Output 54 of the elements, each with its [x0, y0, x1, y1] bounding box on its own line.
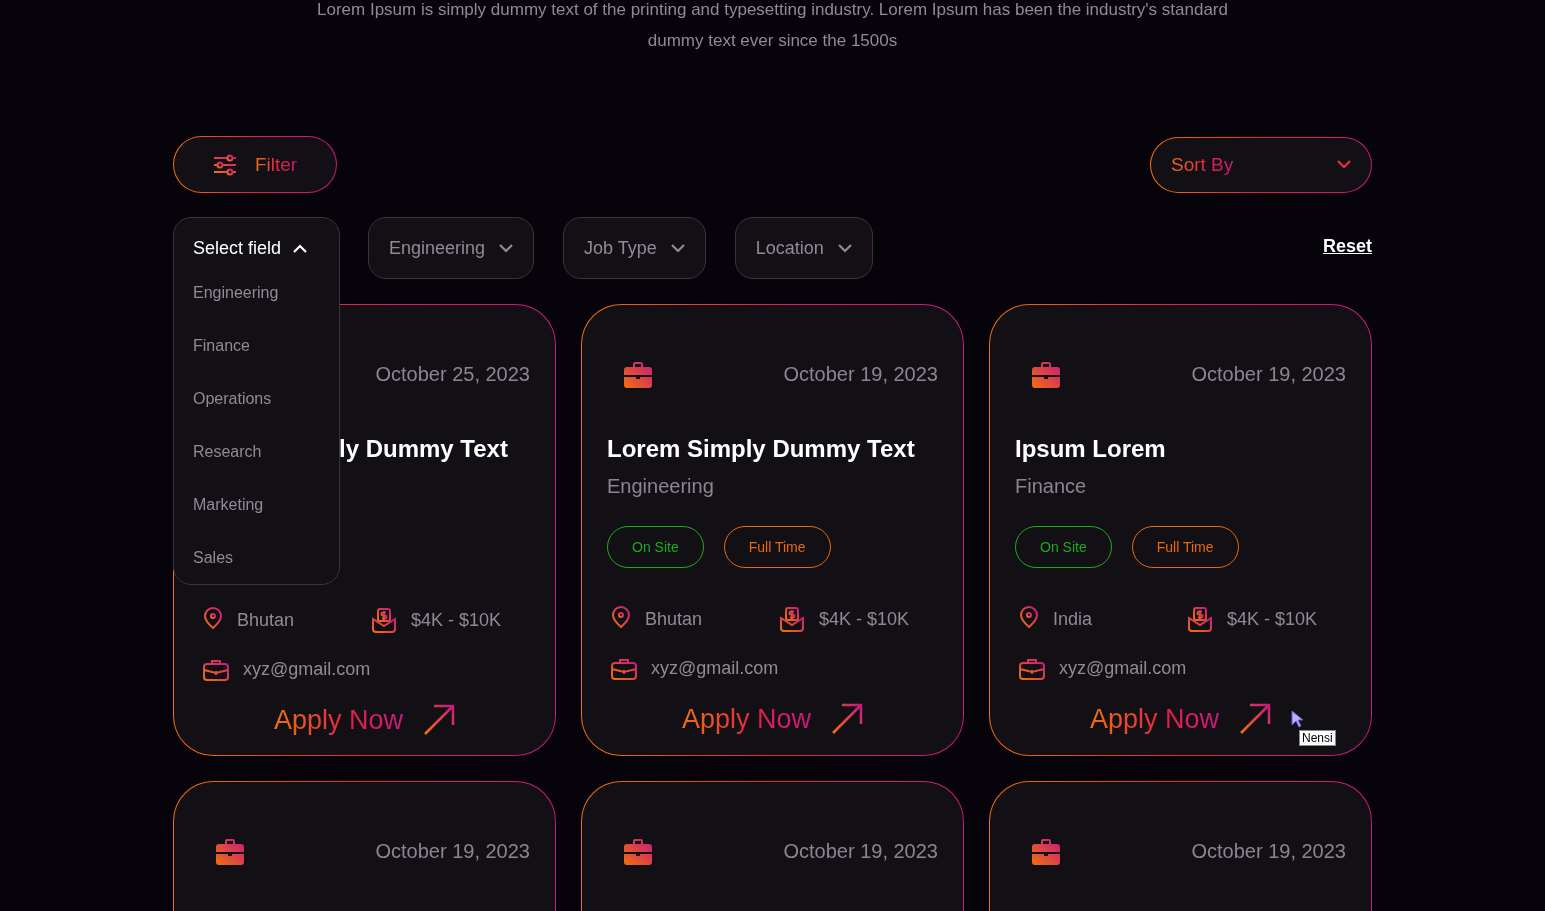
- job-date: October 25, 2023: [375, 362, 530, 386]
- briefcase-icon: [1032, 360, 1060, 388]
- filter-dropdown[interactable]: Engineering: [368, 217, 535, 279]
- mouse-cursor-icon: [1291, 710, 1303, 728]
- job-title: Ipsum Lorem: [1015, 435, 1166, 463]
- money-envelope-icon: [371, 607, 397, 633]
- arrow-up-right-icon[interactable]: [423, 704, 456, 736]
- tooltip: Nensi: [1299, 730, 1336, 746]
- job-salary: $4K - $10K: [411, 609, 502, 631]
- chevron-down-icon: [499, 243, 514, 253]
- dropdown-option[interactable]: Research: [174, 425, 339, 478]
- dropdown-option[interactable]: Operations: [174, 372, 339, 425]
- briefcase-icon: [1032, 837, 1060, 865]
- arrow-up-right-icon[interactable]: [831, 703, 864, 735]
- filter-button[interactable]: Filter: [173, 136, 337, 193]
- briefcase-outline-icon: [611, 656, 637, 680]
- job-title: ly Dummy Text: [339, 435, 508, 463]
- chevron-up-icon: [293, 243, 308, 253]
- job-location: India: [1053, 608, 1093, 630]
- chevron-down-icon: [670, 243, 685, 253]
- briefcase-outline-icon: [203, 657, 229, 681]
- filter-dropdown[interactable]: Location: [734, 217, 873, 279]
- briefcase-icon: [624, 837, 652, 865]
- job-category: Finance: [1015, 475, 1088, 498]
- filter-dropdown[interactable]: Job Type: [563, 217, 706, 279]
- job-date: October 19, 2023: [783, 839, 938, 863]
- sliders-icon: [212, 153, 237, 176]
- job-email: xyz@gmail.com: [243, 658, 371, 680]
- job-location: Bhutan: [237, 609, 295, 631]
- dropdown-option[interactable]: Finance: [174, 319, 339, 372]
- job-email: xyz@gmail.com: [651, 657, 779, 679]
- dropdown-option[interactable]: Sales: [174, 531, 339, 584]
- money-envelope-icon: [1187, 606, 1213, 632]
- sort-by-dropdown[interactable]: Sort By: [1150, 136, 1372, 193]
- briefcase-icon: [216, 837, 244, 865]
- reset-link[interactable]: Reset: [1322, 236, 1372, 257]
- chevron-down-icon: [1337, 160, 1351, 169]
- job-date: October 19, 2023: [783, 362, 938, 386]
- briefcase-outline-icon: [1019, 656, 1045, 680]
- arrow-up-right-icon[interactable]: [1239, 703, 1272, 735]
- briefcase-icon: [624, 360, 652, 388]
- intro-text: Lorem Ipsum is simply dummy text of the printing and typesetting industry. Lorem Ipsum has been the industry's standard dummy text ever since the 1500s: [316, 0, 1229, 52]
- job-salary: $4K - $10K: [1227, 608, 1318, 630]
- chevron-down-icon: [837, 243, 852, 253]
- dropdown-option[interactable]: Marketing: [174, 478, 339, 531]
- job-category: Engineering: [607, 475, 715, 498]
- money-envelope-icon: [779, 606, 805, 632]
- job-date: October 19, 2023: [1191, 839, 1346, 863]
- job-email: xyz@gmail.com: [1059, 657, 1187, 679]
- job-salary: $4K - $10K: [819, 608, 910, 630]
- job-date: October 19, 2023: [375, 839, 530, 863]
- job-location: Bhutan: [645, 608, 703, 630]
- job-date: October 19, 2023: [1191, 362, 1346, 386]
- job-title: Lorem Simply Dummy Text: [607, 435, 915, 463]
